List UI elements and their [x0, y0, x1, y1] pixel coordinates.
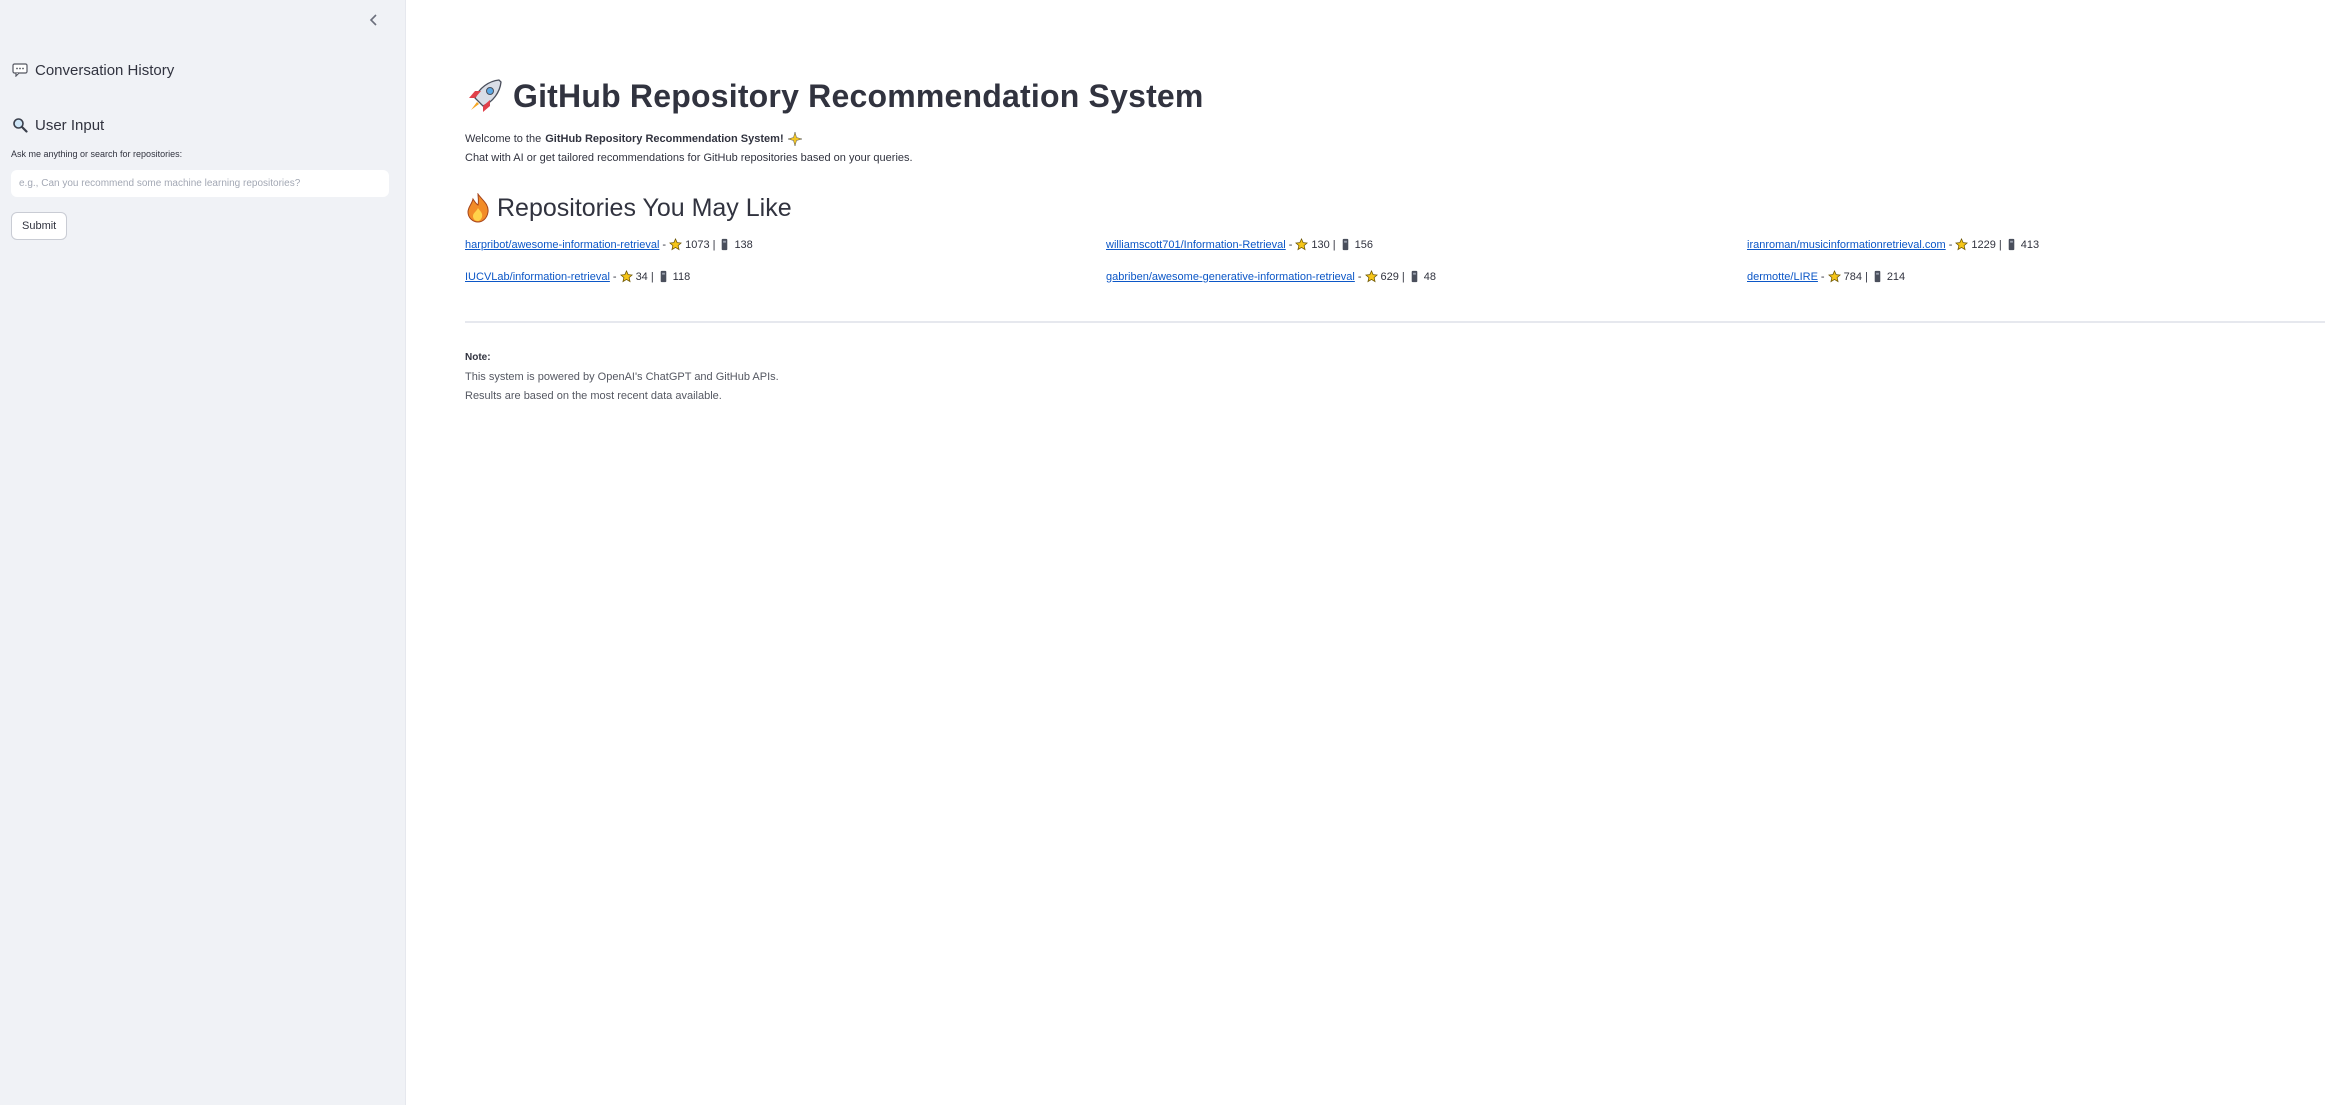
sidebar: Conversation History User Input Ask me a… [0, 0, 406, 1105]
fork-count: 214 [1886, 270, 1906, 283]
star-icon [1364, 270, 1378, 283]
pipe: | [712, 238, 716, 251]
star-count: 784 [1843, 270, 1862, 283]
fire-icon [467, 193, 489, 223]
separator: - [1357, 270, 1362, 283]
sparkle-icon [787, 132, 802, 146]
page-title-row: GitHub Repository Recommendation System [465, 76, 1204, 116]
repo-item: iranroman/musicinformationretrieval.com … [1747, 238, 2039, 251]
note-line-data-recency: Results are based on the most recent dat… [465, 390, 722, 402]
repo-link[interactable]: iranroman/musicinformationretrieval.com [1747, 239, 1946, 251]
chevron-left-icon [369, 14, 377, 26]
star-count: 1073 [685, 238, 710, 251]
repo-link[interactable]: dermotte/LIRE [1747, 271, 1818, 283]
subtitle-text: Chat with AI or get tailored recommendat… [465, 152, 913, 164]
pipe: | [1401, 270, 1405, 283]
submit-button[interactable]: Submit [11, 212, 68, 240]
fork-icon [1411, 270, 1418, 283]
star-icon [1955, 238, 1969, 251]
star-icon [1827, 270, 1841, 283]
search-field-label: Ask me anything or search for repositori… [11, 149, 183, 159]
separator: - [1948, 238, 1953, 251]
fork-icon [660, 270, 666, 283]
fork-count: 413 [2020, 238, 2040, 251]
star-icon [1295, 238, 1309, 251]
conversation-history-heading: Conversation History [11, 61, 174, 79]
repo-link[interactable]: IUCVLab/information-retrieval [465, 271, 610, 283]
repo-link[interactable]: harpribot/awesome-information-retrieval [465, 239, 659, 251]
separator: - [612, 270, 617, 283]
fork-count: 156 [1354, 238, 1373, 251]
star-icon [619, 270, 633, 283]
repo-item: gabriben/awesome-generative-information-… [1106, 270, 1436, 283]
conversation-history-label: Conversation History [35, 61, 175, 79]
separator: - [1288, 238, 1293, 251]
separator: - [662, 238, 667, 251]
fork-icon [1342, 238, 1348, 251]
user-input-label: User Input [35, 116, 105, 134]
app-root: Conversation History User Input Ask me a… [0, 0, 2325, 1105]
pipe: | [1998, 238, 2002, 251]
collapse-sidebar-button[interactable] [364, 10, 384, 30]
magnifier-icon [11, 116, 29, 134]
repo-link[interactable]: gabriben/awesome-generative-information-… [1106, 271, 1355, 283]
page-title: GitHub Repository Recommendation System [513, 77, 1204, 114]
main-content: GitHub Repository Recommendation System … [406, 0, 2325, 1105]
note-line-powered-by: This system is powered by OpenAI's ChatG… [465, 371, 779, 383]
user-input-heading: User Input [11, 116, 104, 134]
star-count: 34 [635, 270, 648, 283]
repo-item: dermotte/LIRE - 784 | 214 [1747, 270, 1905, 283]
pipe: | [1332, 238, 1336, 251]
welcome-prefix: Welcome to the [465, 133, 542, 145]
repo-item: IUCVLab/information-retrieval - 34 | 118 [465, 270, 690, 283]
star-count: 629 [1380, 270, 1399, 283]
search-input[interactable] [11, 170, 389, 197]
welcome-app-name: GitHub Repository Recommendation System! [545, 133, 784, 145]
section-title: Repositories You May Like [497, 193, 792, 222]
fork-count: 138 [734, 238, 753, 251]
repo-link[interactable]: williamscott701/Information-Retrieval [1106, 239, 1286, 251]
divider [465, 321, 2325, 323]
welcome-text: Welcome to the GitHub Repository Recomme… [465, 132, 802, 146]
speech-bubble-icon [11, 61, 29, 79]
repo-item: williamscott701/Information-Retrieval - … [1106, 238, 1373, 251]
fork-icon [722, 238, 728, 251]
note-label: Note: [465, 352, 491, 363]
fork-icon [2008, 238, 2014, 251]
star-count: 1229 [1971, 238, 1996, 251]
fork-icon [1874, 270, 1881, 283]
star-count: 130 [1311, 238, 1330, 251]
fork-count: 48 [1423, 270, 1436, 283]
star-icon [669, 238, 683, 251]
repo-item: harpribot/awesome-information-retrieval … [465, 238, 753, 251]
rocket-icon [469, 79, 502, 112]
separator: - [1820, 270, 1825, 283]
pipe: | [650, 270, 654, 283]
pipe: | [1864, 270, 1868, 283]
recommendations-heading: Repositories You May Like [465, 193, 792, 223]
fork-count: 118 [672, 270, 691, 283]
